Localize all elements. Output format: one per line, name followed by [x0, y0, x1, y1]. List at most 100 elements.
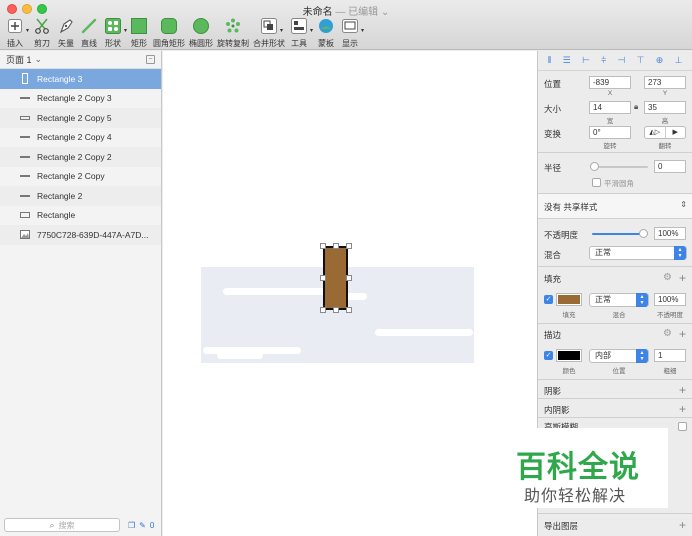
canvas[interactable]: [163, 51, 537, 536]
search-icon: ⌕: [49, 519, 55, 530]
rectangle-button[interactable]: 矩形: [130, 17, 148, 49]
border-color-swatch[interactable]: [556, 349, 582, 362]
blend-select[interactable]: 正常 ▴ ▾: [589, 246, 687, 260]
layer-item[interactable]: Rectangle 3: [0, 69, 161, 89]
fill-color-swatch[interactable]: [556, 293, 582, 306]
align-right-icon[interactable]: ⊣: [618, 55, 626, 66]
layer-item[interactable]: Rectangle 2 Copy 3: [0, 89, 161, 109]
divider: [538, 323, 692, 324]
resize-handle[interactable]: [346, 243, 352, 249]
width-field[interactable]: 14: [589, 101, 631, 114]
gear-icon[interactable]: ⚙: [663, 273, 672, 283]
rounded-rectangle-button[interactable]: 圆角矩形: [153, 17, 185, 49]
divider: [538, 398, 692, 399]
resize-handle[interactable]: [333, 243, 339, 249]
rectangle-icon: [130, 17, 148, 35]
resize-handle[interactable]: [320, 307, 326, 313]
layer-item[interactable]: Rectangle 2 Copy: [0, 167, 161, 187]
opacity-slider-knob[interactable]: [639, 229, 648, 238]
mask-button[interactable]: 蒙板: [317, 17, 335, 49]
gear-icon[interactable]: ⚙: [663, 329, 672, 339]
align-top-icon[interactable]: ⊤: [637, 55, 645, 66]
fill-opacity-field[interactable]: 100%: [654, 293, 686, 306]
divider: [538, 379, 692, 380]
radius-field[interactable]: 0: [654, 160, 686, 173]
y-field[interactable]: 273: [644, 76, 686, 89]
layer-item[interactable]: Rectangle 2: [0, 186, 161, 206]
fill-enabled-checkbox[interactable]: ✓: [544, 295, 553, 304]
x-field[interactable]: -839: [589, 76, 631, 89]
watermark: 百科全说 助你轻松解决: [500, 428, 668, 508]
border-enabled-checkbox[interactable]: ✓: [544, 351, 553, 360]
blend-label: 混合: [544, 250, 562, 260]
align-bottom-icon[interactable]: ⊥: [674, 55, 682, 66]
shared-style-selector[interactable]: 没有 共享样式 ⇕: [538, 194, 692, 218]
tools-button[interactable]: ▾ 工具: [290, 17, 313, 49]
lock-icon[interactable]: 🔒︎: [634, 102, 638, 112]
align-middle-icon[interactable]: ⊕: [656, 55, 664, 66]
cloud-stripe[interactable]: [223, 288, 327, 295]
add-shadow-icon[interactable]: +: [679, 384, 686, 396]
resize-handle[interactable]: [333, 307, 339, 313]
add-export-icon[interactable]: +: [679, 519, 686, 531]
fill-blend-select[interactable]: 正常 ▴ ▾: [589, 293, 649, 307]
opacity-slider[interactable]: [592, 233, 646, 235]
line-button[interactable]: 直线: [80, 17, 98, 49]
layer-item[interactable]: Rectangle: [0, 206, 161, 226]
shapes-button[interactable]: ▾ 形状: [104, 17, 127, 49]
blend-value: 正常: [595, 248, 611, 257]
distribute-vertical-icon[interactable]: ☰: [563, 55, 571, 66]
insert-button[interactable]: ▾ 插入: [6, 17, 29, 49]
smooth-corners-checkbox[interactable]: [592, 178, 601, 187]
align-center-icon[interactable]: ⫩: [601, 55, 606, 66]
opacity-field[interactable]: 100%: [654, 227, 686, 240]
selected-rectangle[interactable]: [323, 246, 348, 310]
layer-item[interactable]: Rectangle 2 Copy 2: [0, 147, 161, 167]
fill-blend-sublabel: 混合: [612, 312, 626, 319]
page-selector[interactable]: 页面 1 ⌄ –: [0, 51, 161, 69]
radius-slider-knob[interactable]: [590, 162, 599, 171]
border-position-select[interactable]: 内部 ▴ ▾: [589, 349, 649, 363]
align-left-icon[interactable]: ⊢: [582, 55, 590, 66]
resize-handle[interactable]: [346, 275, 352, 281]
search-placeholder: 搜索: [58, 520, 75, 530]
add-border-icon[interactable]: +: [679, 328, 686, 340]
rotate-copies-button[interactable]: 旋转复制: [217, 17, 249, 49]
rotation-field[interactable]: 0°: [589, 126, 631, 139]
height-sublabel: 高: [661, 118, 669, 125]
fill-section-title: 填充: [544, 274, 562, 284]
resize-handle[interactable]: [320, 243, 326, 249]
height-field[interactable]: 35: [644, 101, 686, 114]
pencil-icon[interactable]: ✎: [139, 521, 146, 530]
layer-item[interactable]: Rectangle 2 Copy 4: [0, 128, 161, 148]
page-name: 页面 1: [6, 55, 32, 65]
vector-button[interactable]: 矢量: [57, 17, 75, 49]
view-button[interactable]: ▾ 显示: [341, 17, 364, 49]
cloud-stripe[interactable]: [217, 352, 263, 359]
border-position-sublabel: 位置: [612, 368, 626, 375]
chevron-down-icon[interactable]: ⌄: [381, 7, 389, 18]
combine-shapes-button[interactable]: ▾ 合并形状: [253, 17, 285, 49]
collapse-pages-icon[interactable]: –: [146, 55, 155, 64]
layer-name: 7750C728-639D-447A-A7D...: [37, 229, 149, 240]
symbols-filter-icon[interactable]: ❐: [128, 521, 135, 530]
add-fill-icon[interactable]: +: [679, 272, 686, 284]
add-inner-shadow-icon[interactable]: +: [679, 403, 686, 415]
layer-item[interactable]: 7750C728-639D-447A-A7D...: [0, 225, 161, 245]
blur-enabled-checkbox[interactable]: [678, 422, 687, 431]
flip-vertical-icon[interactable]: ▶: [666, 127, 686, 138]
layer-item[interactable]: Rectangle 2 Copy 5: [0, 108, 161, 128]
cloud-stripe[interactable]: [375, 329, 473, 336]
resize-handle[interactable]: [346, 307, 352, 313]
distribute-horizontal-icon[interactable]: ⫴: [548, 55, 552, 66]
border-width-field[interactable]: 1: [654, 349, 686, 362]
oval-icon: [192, 17, 210, 35]
oval-button[interactable]: 椭圆形: [189, 17, 213, 49]
resize-handle[interactable]: [320, 275, 326, 281]
layer-search-input[interactable]: ⌕ 搜索: [4, 518, 120, 532]
layers-panel: 页面 1 ⌄ – Rectangle 3 Rectangle 2 Copy 3 …: [0, 51, 162, 536]
flip-horizontal-icon[interactable]: ◭▷: [645, 127, 666, 138]
radius-slider[interactable]: [594, 166, 648, 168]
updown-chevron-icon: ▴ ▾: [636, 293, 648, 307]
scissors-button[interactable]: 剪刀: [33, 17, 51, 49]
